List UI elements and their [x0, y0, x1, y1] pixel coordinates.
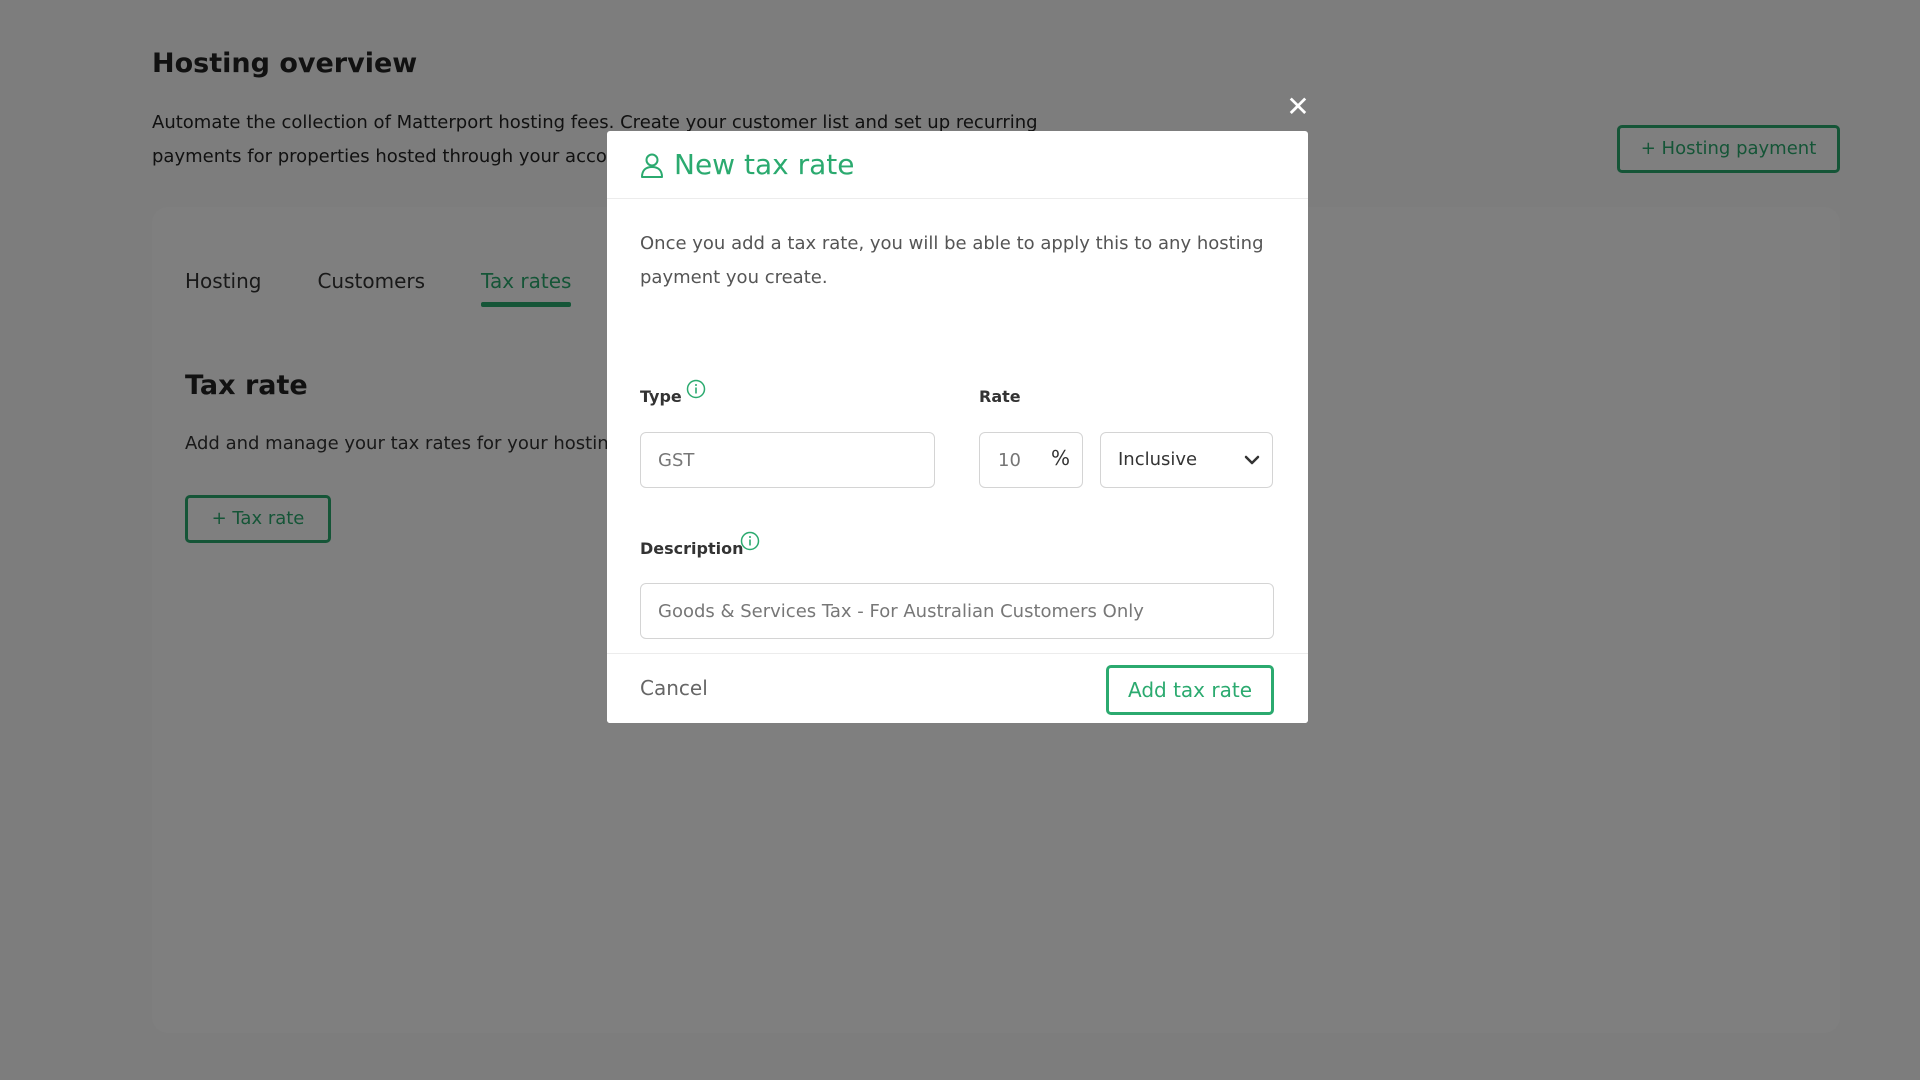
info-icon[interactable] [740, 531, 760, 551]
close-icon[interactable]: ✕ [1286, 92, 1310, 122]
percent-unit: % [1050, 446, 1070, 470]
type-input[interactable] [640, 432, 935, 488]
chevron-down-icon [1244, 455, 1260, 465]
type-label: Type [640, 387, 682, 406]
new-tax-rate-modal: New tax rate Once you add a tax rate, yo… [607, 131, 1308, 723]
modal-header: New tax rate [607, 131, 1308, 199]
rate-field: % [979, 432, 1083, 488]
modal-body: Once you add a tax rate, you will be abl… [607, 199, 1308, 653]
cancel-button[interactable]: Cancel [640, 676, 708, 700]
user-icon [641, 153, 663, 178]
modal-intro: Once you add a tax rate, you will be abl… [640, 233, 1264, 288]
tax-mode-select[interactable]: Inclusive [1100, 432, 1273, 488]
rate-label: Rate [979, 387, 1021, 406]
rate-input[interactable] [980, 433, 1050, 487]
info-icon[interactable] [686, 379, 706, 399]
tax-mode-value: Inclusive [1118, 449, 1198, 470]
modal-footer: Cancel Add tax rate [607, 653, 1308, 723]
description-input[interactable] [640, 583, 1274, 639]
modal-title: New tax rate [674, 148, 855, 181]
description-label: Description [640, 539, 744, 558]
add-tax-rate-submit-button[interactable]: Add tax rate [1106, 665, 1274, 715]
